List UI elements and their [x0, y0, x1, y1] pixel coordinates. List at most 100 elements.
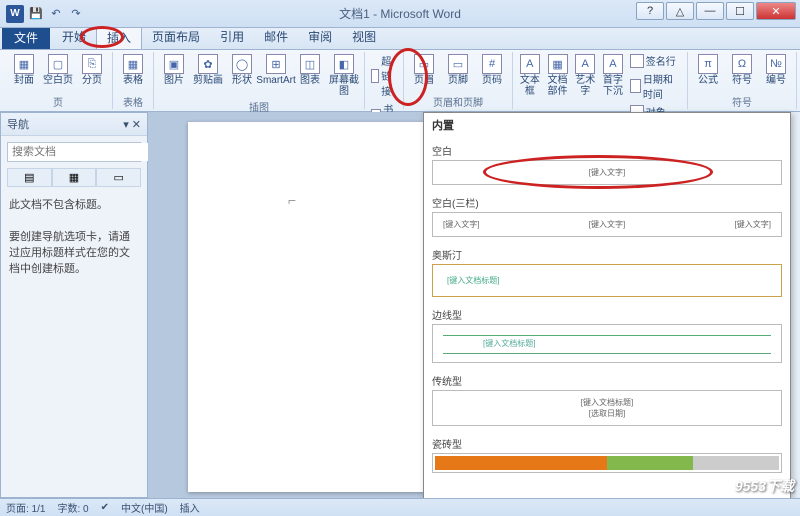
ribbon-btn-文档部件[interactable]: ▦文档部件	[545, 52, 571, 99]
group-label: 页	[8, 94, 108, 109]
close-button[interactable]: ✕	[756, 2, 796, 20]
ribbon-btn-SmartArt[interactable]: ⊞SmartArt	[260, 52, 292, 88]
ribbon-btn-形状[interactable]: ◯形状	[226, 52, 258, 88]
gallery-item-边线型[interactable]: 边线型[键入文档标题]	[432, 305, 782, 363]
ribbon-btn-艺术字[interactable]: A艺术字	[572, 52, 598, 99]
ribbon-btn-label: 文本框	[518, 75, 542, 97]
gallery-preview	[432, 453, 782, 473]
nav-tab-pages[interactable]: ▦	[52, 168, 97, 186]
ribbon-btn-页脚[interactable]: ▭页脚	[442, 52, 474, 88]
ribbon-btn-图表[interactable]: ◫图表	[294, 52, 326, 88]
ribbon-btn-label: 封面	[14, 75, 34, 86]
ribbon-btn-分页[interactable]: ⎘分页	[76, 52, 108, 88]
tab-插入[interactable]: 插入	[96, 25, 142, 49]
tab-页面布局[interactable]: 页面布局	[142, 25, 210, 49]
ribbon-small-label: 超链接	[381, 53, 397, 98]
剪贴画-icon: ✿	[198, 54, 218, 74]
ribbon-btn-label: 页码	[482, 75, 502, 86]
gallery-item-空白[interactable]: 空白[键入文字]	[432, 141, 782, 185]
tab-开始[interactable]: 开始	[52, 25, 96, 49]
nav-close-icon[interactable]: ▾ ✕	[123, 118, 141, 131]
cursor-icon: ⌐	[288, 192, 296, 208]
save-icon[interactable]: 💾	[28, 6, 44, 22]
nav-tab-headings[interactable]: ▤	[7, 168, 52, 186]
status-mode[interactable]: 插入	[180, 500, 200, 515]
quick-access-toolbar: W 💾 ↶ ↷	[0, 5, 84, 23]
ribbon-btn-label: 图片	[164, 75, 184, 86]
nav-search-input[interactable]	[8, 143, 158, 161]
ribbon-group-插图: ▣图片✿剪贴画◯形状⊞SmartArt◫图表◧屏幕截图插图	[154, 52, 365, 109]
status-page[interactable]: 页面: 1/1	[6, 500, 45, 515]
gallery-item-空白(三栏)[interactable]: 空白(三栏)[键入文字][键入文字][键入文字]	[432, 193, 782, 237]
ribbon-btn-label: 公式	[698, 75, 718, 86]
group-label: 页眉和页脚	[408, 94, 508, 109]
封面-icon: ▦	[14, 54, 34, 74]
ribbon-btn-公式[interactable]: π公式	[692, 52, 724, 88]
nav-search: 🔍	[7, 142, 141, 162]
ribbon-small-超链接[interactable]: 超链接	[369, 52, 399, 99]
公式-icon: π	[698, 54, 718, 74]
ribbon-group-页: ▦封面▢空白页⎘分页页	[4, 52, 113, 109]
gallery-section-title: 内置	[424, 113, 790, 137]
ribbon-btn-页码[interactable]: #页码	[476, 52, 508, 88]
编号-icon: №	[766, 54, 786, 74]
help-button[interactable]: ?	[636, 2, 664, 20]
ribbon-btn-label: 页眉	[414, 75, 434, 86]
undo-icon[interactable]: ↶	[48, 6, 64, 22]
页脚-icon: ▭	[448, 54, 468, 74]
gallery-item-传统型[interactable]: 传统型[键入文档标题][选取日期]	[432, 371, 782, 426]
ribbon-btn-label: 页脚	[448, 75, 468, 86]
ribbon-group-表格: ▦表格表格	[113, 52, 154, 109]
ribbon-small-日期和时间[interactable]: 日期和时间	[628, 70, 683, 102]
word-app-icon[interactable]: W	[6, 5, 24, 23]
tab-file[interactable]: 文件	[2, 26, 50, 49]
ribbon-btn-剪贴画[interactable]: ✿剪贴画	[192, 52, 224, 88]
ribbon-btn-编号[interactable]: №编号	[760, 52, 792, 88]
ribbon-btn-屏幕截图[interactable]: ◧屏幕截图	[328, 52, 360, 99]
proofing-icon[interactable]: ✔	[101, 502, 109, 513]
redo-icon[interactable]: ↷	[68, 6, 84, 22]
ribbon-btn-文本框[interactable]: A文本框	[517, 52, 543, 99]
gallery-preview: [键入文档标题]	[432, 324, 782, 363]
ribbon-small-签名行[interactable]: 签名行	[628, 52, 683, 69]
minimize-ribbon-button[interactable]: △	[666, 2, 694, 20]
ribbon-btn-表格[interactable]: ▦表格	[117, 52, 149, 88]
gallery-preview: [键入文字][键入文字][键入文字]	[432, 212, 782, 237]
status-lang[interactable]: 中文(中国)	[121, 500, 168, 515]
tab-视图[interactable]: 视图	[342, 25, 386, 49]
status-words[interactable]: 字数: 0	[57, 500, 88, 515]
表格-icon: ▦	[123, 54, 143, 74]
ribbon-btn-label: 艺术字	[573, 75, 597, 97]
日期和时间-icon	[630, 79, 641, 93]
ribbon-btn-label: 符号	[732, 75, 752, 86]
图片-icon: ▣	[164, 54, 184, 74]
nav-tab-results[interactable]: ▭	[96, 168, 141, 186]
tab-邮件[interactable]: 邮件	[254, 25, 298, 49]
ribbon-btn-首字下沉[interactable]: A首字下沉	[600, 52, 626, 99]
ribbon-btn-符号[interactable]: Ω符号	[726, 52, 758, 88]
符号-icon: Ω	[732, 54, 752, 74]
ribbon-tabs: 文件 开始插入页面布局引用邮件审阅视图	[0, 28, 800, 50]
watermark: 9553下载	[735, 476, 794, 496]
ribbon-btn-封面[interactable]: ▦封面	[8, 52, 40, 88]
ribbon-btn-页眉[interactable]: ▭页眉	[408, 52, 440, 88]
minimize-button[interactable]: —	[696, 2, 724, 20]
ribbon-btn-label: 文档部件	[546, 75, 570, 97]
maximize-button[interactable]: ☐	[726, 2, 754, 20]
tab-引用[interactable]: 引用	[210, 25, 254, 49]
gallery-item-瓷砖型[interactable]: 瓷砖型	[432, 434, 782, 473]
艺术字-icon: A	[575, 54, 595, 74]
navigation-pane: 导航 ▾ ✕ 🔍 ▤ ▦ ▭ 此文档不包含标题。 要创建导航选项卡，请通过应用标…	[0, 112, 148, 498]
gallery-item-label: 空白(三栏)	[432, 193, 782, 212]
页码-icon: #	[482, 54, 502, 74]
gallery-preview: [键入文档标题][选取日期]	[432, 390, 782, 426]
gallery-preview: [键入文字]	[432, 160, 782, 185]
ribbon-btn-label: 编号	[766, 75, 786, 86]
tab-审阅[interactable]: 审阅	[298, 25, 342, 49]
ribbon-group-页眉和页脚: ▭页眉▭页脚#页码页眉和页脚	[404, 52, 513, 109]
ribbon-btn-空白页[interactable]: ▢空白页	[42, 52, 74, 88]
ribbon-btn-图片[interactable]: ▣图片	[158, 52, 190, 88]
gallery-item-奥斯汀[interactable]: 奥斯汀[键入文档标题]	[432, 245, 782, 297]
ribbon-group-文本: A文本框▦文档部件A艺术字A首字下沉签名行日期和时间对象文本	[513, 52, 688, 109]
gallery-item-label: 边线型	[432, 305, 782, 324]
